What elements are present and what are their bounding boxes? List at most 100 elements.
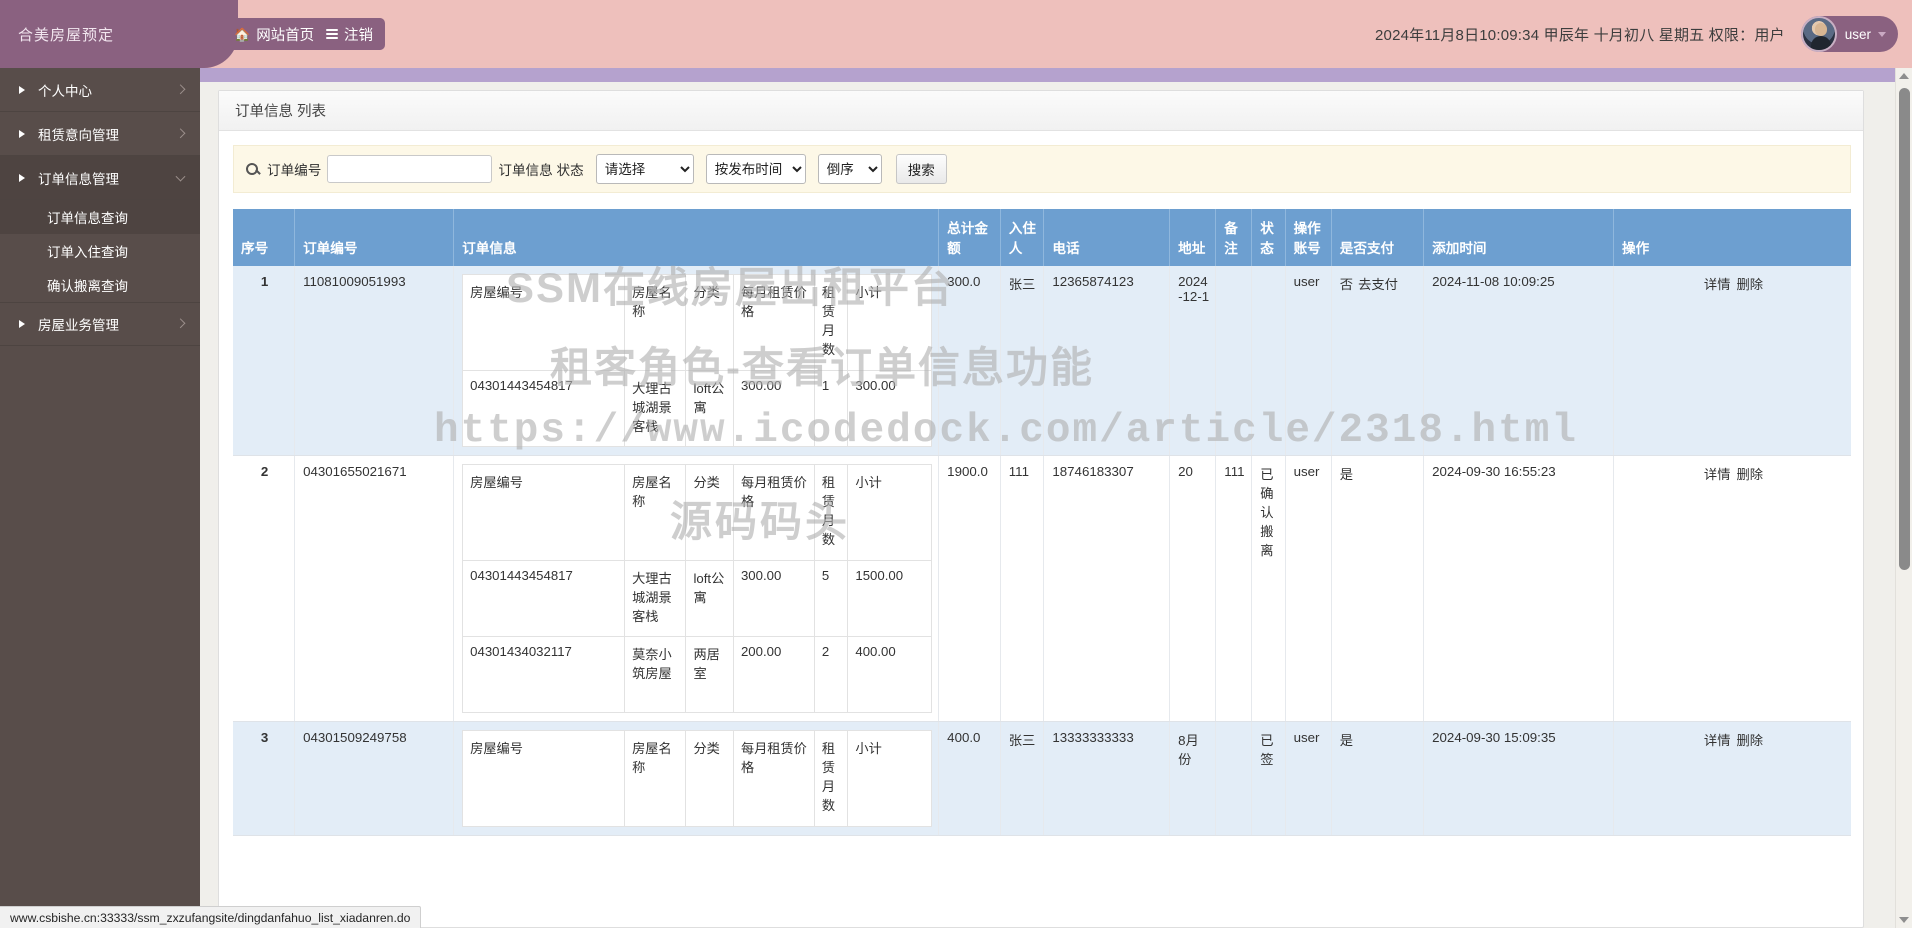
sidebar-item-rent-intention[interactable]: 租赁意向管理 [0, 112, 200, 156]
th-phone: 电话 [1043, 209, 1171, 266]
sidebar-sub-label: 订单信息查询 [47, 211, 128, 226]
home-icon: 🏠 [234, 26, 251, 42]
cell-paid: 否去支付 [1331, 266, 1425, 456]
order-no-label: 订单编号 [267, 163, 322, 178]
cell-actions: 详情 删除 [1613, 721, 1851, 836]
order-item-category: 两居室 [685, 636, 734, 713]
cell-order-no: 11081009051993 [294, 266, 455, 456]
go-pay-link[interactable]: 去支付 [1358, 277, 1398, 292]
order-item-house-no: 04301443454817 [462, 370, 626, 447]
order-items-th-2: 分类 [685, 274, 734, 371]
main-content-area: 订单信息 列表 订单编号 订单信息 状态 请选择 按发布时间 倒序 搜索 序号 … [200, 68, 1912, 928]
page-title: 订单信息 列表 [235, 104, 327, 120]
detail-link[interactable]: 详情 [1704, 733, 1731, 748]
detail-link[interactable]: 详情 [1704, 467, 1731, 482]
sidebar: 个人中心 租赁意向管理 订单信息管理 订单信息查询 订单入住查询 确认搬离查询 … [0, 68, 200, 928]
scroll-up-arrow-icon[interactable] [1899, 73, 1909, 79]
cell-add-time: 2024-11-08 10:09:25 [1423, 266, 1615, 456]
order-item-house-name: 大理古城湖景客栈 [624, 560, 687, 637]
sidebar-item-label: 房屋业务管理 [38, 318, 119, 333]
app-logo-block: 合美房屋预定 [0, 0, 238, 68]
order-items-th-4: 租赁月数 [813, 730, 849, 827]
sidebar-item-moveout-query[interactable]: 确认搬离查询 [0, 268, 200, 302]
order-items-th-0: 房屋编号 [462, 730, 626, 827]
cell-order-info: 房屋编号 房屋名称 分类 每月租赁价格 租赁月数 小计 04301443454817 大理古城… [453, 266, 940, 456]
browser-status-bar: www.csbishe.cn:33333/ssm_zxzufangsite/di… [0, 906, 422, 928]
site-home-button[interactable]: 🏠 网站首页 [222, 18, 327, 50]
paid-value: 是 [1339, 733, 1354, 748]
app-title: 合美房屋预定 [18, 26, 115, 44]
caret-right-icon [19, 173, 25, 182]
order-item-subtotal: 1500.00 [847, 560, 933, 637]
status-url: www.csbishe.cn:33333/ssm_zxzufangsite/di… [10, 910, 411, 925]
order-items-th-2: 分类 [685, 730, 734, 827]
caret-right-icon [19, 320, 25, 328]
order-items-th-0: 房屋编号 [462, 464, 626, 561]
sidebar-item-house-business[interactable]: 房屋业务管理 [0, 302, 200, 346]
cell-order-info: 房屋编号 房屋名称 分类 每月租赁价格 租赁月数 小计 [453, 721, 940, 836]
table-header-row: 序号 订单编号 订单信息 总计金额 入住人 电话 地址 备注 状态 操作账号 是… [233, 209, 1851, 266]
status-select[interactable]: 请选择 [595, 154, 694, 184]
direction-select[interactable]: 倒序 [817, 154, 882, 184]
order-no-input[interactable] [327, 155, 493, 183]
header-right-area: 2024年11月8日10:09:34 甲辰年 十月初八 星期五 权限：用户 us… [1375, 0, 1898, 68]
th-status: 状态 [1251, 209, 1286, 266]
th-actions: 操作 [1613, 209, 1851, 266]
orderby-select[interactable]: 按发布时间 [705, 154, 806, 184]
chevron-right-icon [175, 127, 186, 138]
order-items-th-1: 房屋名称 [624, 730, 687, 827]
order-items-th-1: 房屋名称 [624, 464, 687, 561]
order-items-th-3: 每月租赁价格 [732, 464, 815, 561]
th-total: 总计金额 [938, 209, 1001, 266]
cell-paid: 是 [1331, 455, 1425, 722]
order-items-th-3: 每月租赁价格 [732, 730, 815, 827]
th-order-info: 订单信息 [453, 209, 940, 266]
cell-status: 已确认搬离 [1251, 455, 1286, 722]
panel-header: 订单信息 列表 [219, 91, 1863, 131]
delete-link[interactable]: 删除 [1737, 277, 1764, 292]
order-items-th-5: 小计 [847, 464, 933, 561]
paid-value: 否 [1339, 277, 1354, 292]
order-items-table: 房屋编号 房屋名称 分类 每月租赁价格 租赁月数 小计 04301443454817 大理古城… [462, 464, 933, 713]
sidebar-item-label: 租赁意向管理 [38, 127, 119, 143]
th-address: 地址 [1169, 209, 1217, 266]
sidebar-item-personal-center[interactable]: 个人中心 [0, 68, 200, 112]
cell-tenant: 张三 [1000, 721, 1045, 836]
order-items-th-0: 房屋编号 [462, 274, 626, 371]
th-order-no: 订单编号 [294, 209, 455, 266]
delete-link[interactable]: 删除 [1737, 467, 1764, 482]
search-button[interactable]: 搜索 [895, 154, 947, 184]
detail-link[interactable]: 详情 [1704, 277, 1731, 292]
logout-button[interactable]: 注销 [314, 18, 385, 50]
user-menu[interactable]: user [1800, 16, 1898, 52]
order-items-th-5: 小计 [847, 730, 933, 827]
menu-bars-icon [326, 28, 338, 40]
delete-link[interactable]: 删除 [1737, 733, 1764, 748]
cell-add-time: 2024-09-30 16:55:23 [1423, 455, 1615, 722]
order-items-th-2: 分类 [685, 464, 734, 561]
cell-order-no: 04301655021671 [294, 455, 455, 722]
cell-op-account: user [1285, 266, 1332, 456]
avatar [1800, 16, 1837, 52]
vertical-scrollbar[interactable] [1895, 68, 1912, 928]
cell-op-account: user [1285, 721, 1332, 836]
order-items-header-row: 房屋编号 房屋名称 分类 每月租赁价格 租赁月数 小计 [462, 274, 933, 371]
order-table-scroll[interactable]: 序号 订单编号 订单信息 总计金额 入住人 电话 地址 备注 状态 操作账号 是… [233, 209, 1851, 923]
order-item-house-name: 大理古城湖景客栈 [624, 370, 687, 447]
scroll-down-arrow-icon[interactable] [1899, 917, 1909, 923]
sidebar-item-checkin-query[interactable]: 订单入住查询 [0, 234, 200, 268]
cell-status [1251, 266, 1286, 456]
order-item-category: loft公寓 [685, 560, 734, 637]
username-label: user [1844, 26, 1871, 42]
cell-paid: 是 [1331, 721, 1425, 836]
logout-label: 注销 [344, 27, 373, 44]
order-items-th-3: 每月租赁价格 [732, 274, 815, 371]
search-toolbar: 订单编号 订单信息 状态 请选择 按发布时间 倒序 搜索 [233, 145, 1851, 193]
sidebar-item-order-query[interactable]: 订单信息查询 [0, 200, 200, 234]
order-items-th-1: 房屋名称 [624, 274, 687, 371]
status-label: 订单信息 状态 [498, 163, 584, 178]
sidebar-item-label: 个人中心 [38, 83, 92, 99]
sidebar-item-order-management[interactable]: 订单信息管理 [0, 156, 200, 200]
cell-phone: 13333333333 [1043, 721, 1171, 836]
scrollbar-thumb[interactable] [1899, 88, 1910, 570]
